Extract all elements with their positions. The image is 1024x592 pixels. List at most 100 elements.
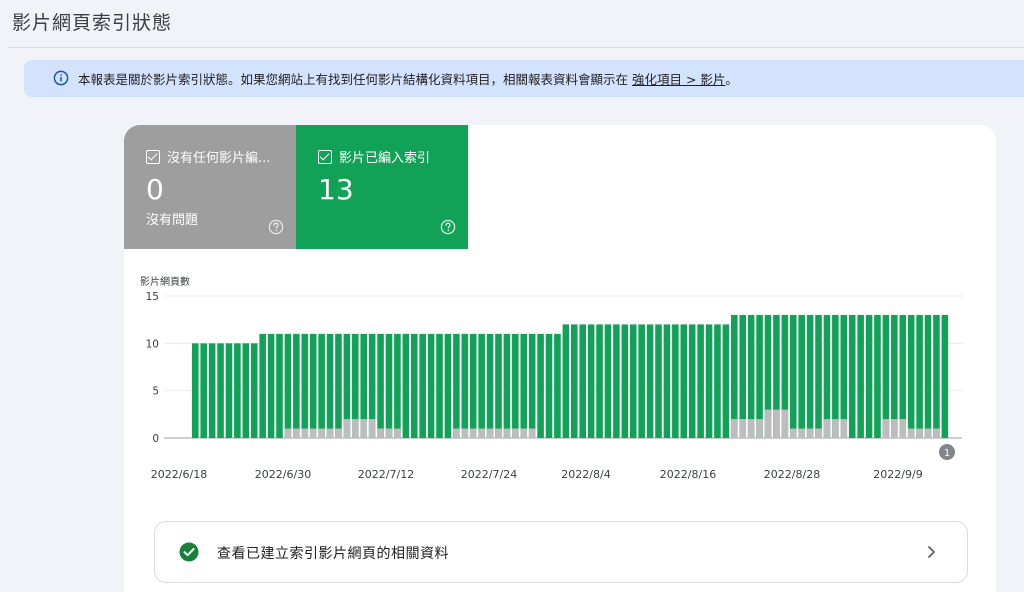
checkbox-icon[interactable]: [146, 149, 160, 164]
bar-not-indexed: [326, 428, 334, 438]
bar-not-indexed: [840, 419, 848, 438]
bar-not-indexed: [815, 428, 822, 438]
bar-not-indexed: [520, 428, 528, 438]
bar-not-indexed: [739, 419, 747, 438]
bar-indexed: [495, 333, 502, 438]
bar-indexed: [259, 333, 266, 438]
x-tick-label: 2022/7/24: [461, 468, 517, 481]
enhancements-video-link[interactable]: 強化項目 > 影片: [632, 72, 725, 87]
bar-not-indexed: [882, 419, 890, 438]
tile-count: 0: [146, 173, 164, 206]
bar-indexed: [604, 324, 612, 438]
bar-indexed: [284, 333, 292, 438]
bar-not-indexed: [301, 428, 309, 438]
bar-not-indexed: [891, 419, 898, 438]
bar-indexed: [192, 343, 199, 438]
bar-indexed: [587, 324, 595, 438]
bar-not-indexed: [907, 428, 915, 438]
bar-not-indexed: [924, 428, 932, 438]
bar-indexed: [528, 333, 536, 438]
bar-indexed: [924, 314, 932, 438]
bar-indexed: [453, 333, 460, 438]
bar-not-indexed: [352, 419, 359, 438]
bar-indexed: [217, 343, 224, 438]
bar-indexed: [520, 333, 528, 438]
tile-subtitle: 沒有問題: [146, 213, 199, 228]
chevron-right-icon[interactable]: [925, 544, 939, 560]
view-indexed-details-row[interactable]: 查看已建立索引影片網頁的相關資料: [154, 521, 968, 583]
bar-indexed: [789, 314, 797, 438]
x-tick-label: 2022/8/28: [764, 468, 820, 481]
bar-not-indexed: [318, 428, 325, 438]
bar-indexed: [848, 314, 856, 438]
bar-indexed: [444, 333, 452, 438]
bar-indexed: [318, 333, 325, 438]
page-title: 影片網頁索引狀態: [12, 12, 173, 34]
bar-indexed: [714, 324, 721, 438]
info-message: 本報表是關於影片索引狀態。如果您網站上有找到任何影片結構化資料項目，相關報表資料…: [78, 72, 629, 87]
y-tick-label: 0: [152, 433, 159, 445]
info-icon: [53, 70, 69, 86]
bar-indexed: [933, 314, 940, 438]
bar-indexed: [503, 333, 511, 438]
help-icon[interactable]: [268, 219, 284, 235]
bar-indexed: [402, 333, 410, 438]
bar-not-indexed: [343, 419, 351, 438]
bar-indexed: [335, 333, 342, 438]
bar-not-indexed: [394, 428, 401, 438]
bar-indexed: [410, 333, 418, 438]
x-tick-label: 2022/8/4: [561, 468, 610, 481]
check-circle-icon: [179, 542, 199, 562]
bar-not-indexed: [368, 419, 376, 438]
tile-not-indexed[interactable]: 沒有任何影片編... 0 沒有問題: [124, 125, 296, 249]
indexed-pages-chart: 0 5 10 15 2022/6/18 2022/6/30 2022/7/12 2022/7/…: [146, 291, 962, 481]
bar-indexed: [916, 314, 923, 438]
bar-not-indexed: [781, 409, 789, 438]
bar-indexed: [461, 333, 469, 438]
bar-indexed: [276, 333, 283, 438]
bar-indexed: [537, 333, 544, 438]
bar-not-indexed: [756, 419, 763, 438]
checkbox-icon[interactable]: [318, 149, 332, 164]
bar-not-indexed: [823, 419, 831, 438]
bar-not-indexed: [933, 428, 940, 438]
bar-indexed: [941, 314, 949, 438]
bar-not-indexed: [469, 428, 477, 438]
bar-indexed: [326, 333, 334, 438]
bar-indexed: [486, 333, 494, 438]
x-tick-label: 2022/8/16: [660, 468, 716, 481]
bar-not-indexed: [806, 428, 814, 438]
bar-not-indexed: [528, 428, 536, 438]
bar-indexed: [596, 324, 603, 438]
bar-not-indexed: [478, 428, 485, 438]
bar-indexed: [705, 324, 713, 438]
tile-label: 影片已編入索引: [339, 151, 431, 166]
bar-indexed: [225, 343, 233, 438]
bar-not-indexed: [789, 428, 797, 438]
help-icon[interactable]: [440, 219, 456, 235]
bar-indexed: [301, 333, 309, 438]
chart-area: 影片網頁數 0 5 10 15 2022/6/18 2022/6/30 2022/7/12 2…: [124, 265, 996, 505]
bar-not-indexed: [832, 419, 839, 438]
bar-indexed: [512, 333, 519, 438]
bar-not-indexed: [512, 428, 519, 438]
bar-indexed: [394, 333, 401, 438]
bar-indexed: [267, 333, 275, 438]
bar-indexed: [646, 324, 654, 438]
view-indexed-details-text: 查看已建立索引影片網頁的相關資料: [217, 546, 449, 562]
bar-not-indexed: [495, 428, 502, 438]
bar-indexed: [554, 333, 561, 438]
tile-label: 沒有任何影片編...: [167, 151, 271, 166]
bar-not-indexed: [284, 428, 292, 438]
tile-header: 影片已編入索引: [318, 147, 430, 166]
bar-indexed: [865, 314, 873, 438]
bar-indexed: [857, 314, 864, 438]
bar-not-indexed: [293, 428, 300, 438]
tile-indexed[interactable]: 影片已編入索引 13: [296, 125, 468, 249]
bar-indexed: [200, 343, 207, 438]
bar-indexed: [907, 314, 915, 438]
bar-not-indexed: [335, 428, 342, 438]
bar-indexed: [613, 324, 620, 438]
title-divider: [8, 47, 1024, 48]
bar-not-indexed: [773, 409, 780, 438]
